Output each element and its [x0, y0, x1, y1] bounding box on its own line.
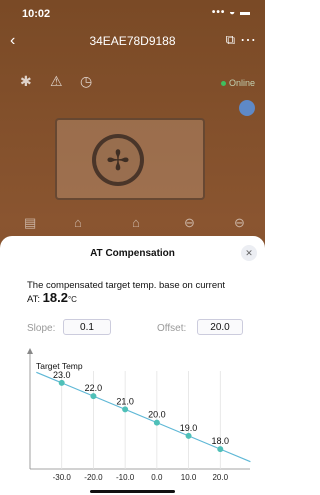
data-label: 19.0: [180, 423, 198, 433]
status-bar: 10:02 ••• ◒ ▬: [0, 0, 265, 26]
arrow-right-icon[interactable]: ⊖: [234, 215, 245, 231]
slope-label: Slope:: [27, 323, 56, 334]
at-value: 18.2: [42, 290, 68, 305]
timer-icon[interactable]: ◷: [80, 73, 92, 90]
x-tick-label: 0.0: [151, 473, 163, 482]
at-label: AT:: [27, 294, 41, 305]
close-icon[interactable]: ✕: [241, 245, 257, 261]
more-icon[interactable]: ⋯: [240, 30, 257, 50]
offset-field[interactable]: 20.0: [197, 319, 243, 335]
data-label: 22.0: [85, 383, 103, 393]
home-indicator: [90, 490, 175, 493]
data-point: [90, 393, 97, 400]
schedule-icon[interactable]: ✱: [20, 73, 32, 90]
compensation-chart: Target Temp 23.022.021.020.019.018.0 -30…: [27, 348, 251, 482]
data-point: [122, 406, 129, 413]
home-cooling-icon[interactable]: ⌂: [132, 215, 140, 230]
data-label: 18.0: [212, 436, 230, 446]
arrow-left-icon[interactable]: ⊖: [184, 215, 195, 231]
slope-field[interactable]: 0.1: [63, 319, 111, 335]
sheet-title: AT Compensation: [90, 248, 175, 259]
chart-ticks: -30.0 -20.0 -10.0 0.0 10.0 20.0: [53, 473, 229, 482]
chart-series: 23.0 22.0 21.0 20.0 19.0 18.0: [36, 370, 251, 463]
home-heating-icon[interactable]: ⌂: [74, 215, 82, 230]
online-label: Online: [228, 78, 255, 88]
compensation-description: The compensated target temp. base on cur…: [27, 280, 252, 306]
x-tick-label: 20.0: [212, 473, 228, 482]
x-tick-label: -20.0: [84, 473, 103, 482]
data-point: [217, 446, 224, 453]
data-point: [185, 432, 192, 439]
share-icon[interactable]: ⧉: [226, 32, 235, 48]
x-tick-label: 10.0: [181, 473, 197, 482]
data-point: [153, 419, 160, 426]
at-compensation-sheet: AT Compensation ✕ The compensated target…: [0, 236, 265, 495]
at-unit: °C: [67, 295, 77, 304]
online-dot: [220, 81, 226, 87]
status-icons: ••• ◒ ▬: [211, 7, 251, 18]
data-label: 20.0: [148, 410, 166, 420]
chart-icon[interactable]: [239, 100, 255, 116]
warning-icon[interactable]: ⚠: [50, 73, 63, 90]
navigation-bar: ‹ 34EAE78D9188 ⧉ ⋯: [0, 26, 265, 56]
mode-icon[interactable]: ▤: [24, 215, 36, 231]
status-time: 10:02: [22, 8, 51, 20]
y-axis-arrow: [27, 348, 33, 354]
x-tick-label: -10.0: [116, 473, 135, 482]
offset-label: Offset:: [157, 323, 187, 334]
online-status: Online: [220, 78, 255, 88]
x-tick-label: -30.0: [53, 473, 72, 482]
fan-icon: ✢: [92, 134, 144, 186]
data-label: 23.0: [53, 370, 71, 380]
data-point: [58, 379, 65, 386]
data-label: 21.0: [116, 396, 134, 406]
